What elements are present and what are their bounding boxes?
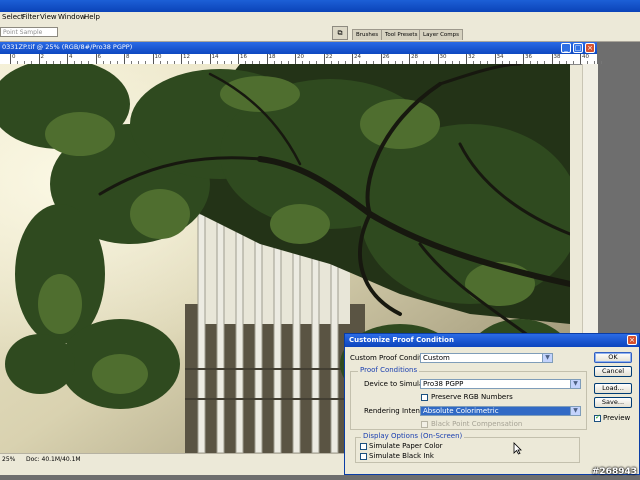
device-value: Pro38 PGPP	[423, 380, 464, 388]
display-options-title: Display Options (On-Screen)	[361, 432, 465, 440]
ruler-tick	[209, 54, 211, 64]
ruler-number: 34	[496, 54, 504, 60]
simulate-paper-label: Simulate Paper Color	[369, 442, 443, 450]
sample-size-select[interactable]: Point Sample	[0, 27, 58, 37]
ruler-tick	[238, 54, 239, 64]
tab-tool-presets[interactable]: Tool Presets	[381, 29, 422, 40]
dialog-title: Customize Proof Condition	[349, 336, 454, 344]
minimize-icon[interactable]: _	[561, 43, 571, 53]
rendering-intent-select[interactable]: Absolute Colorimetric ▼	[420, 406, 581, 416]
ruler-tick	[152, 54, 154, 64]
ruler-minor-tick	[572, 61, 574, 64]
preview-label: Preview	[603, 414, 631, 422]
ruler-tick	[295, 54, 296, 64]
ok-button[interactable]: OK	[594, 352, 632, 363]
ruler-number: 28	[411, 54, 418, 60]
ruler-number: 22	[325, 54, 333, 60]
ruler-number: 26	[382, 54, 390, 60]
simulate-black-checkbox[interactable]	[360, 453, 367, 460]
ruler-tick	[10, 54, 11, 64]
menu-filter[interactable]: Filter	[22, 13, 39, 21]
ruler-tick	[266, 54, 268, 64]
ruler-tick	[437, 54, 439, 64]
ruler-number: 10	[154, 54, 162, 60]
ruler-tick	[494, 54, 496, 64]
document-title-bar[interactable]: 0331ZP.tif @ 25% (RGB/8#/Pro38 PGPP) _ □…	[0, 42, 597, 54]
mouse-cursor-icon	[513, 442, 522, 455]
ruler-tick	[323, 54, 325, 64]
ruler-tick	[580, 54, 581, 64]
save-button[interactable]: Save...	[594, 397, 632, 408]
preserve-rgb-checkbox[interactable]	[421, 394, 428, 401]
tab-layer-comps[interactable]: Layer Comps	[419, 29, 464, 40]
ruler-tick	[409, 54, 410, 64]
ruler-tick	[380, 54, 382, 64]
ruler-number: 32	[468, 54, 475, 60]
watermark: #268943	[591, 467, 637, 477]
simulate-black-label: Simulate Black Ink	[369, 452, 434, 460]
ruler-tick	[181, 54, 182, 64]
dialog-title-bar[interactable]: Customize Proof Condition ×	[345, 334, 639, 347]
preserve-rgb-label: Preserve RGB Numbers	[431, 393, 513, 401]
cancel-button[interactable]: Cancel	[594, 366, 632, 377]
menu-help[interactable]: Help	[84, 13, 100, 21]
ruler-tick	[38, 54, 40, 64]
ruler-tick	[67, 54, 68, 64]
device-select[interactable]: Pro38 PGPP ▼	[420, 379, 581, 389]
ruler-number: 24	[354, 54, 361, 60]
dialog-close-icon[interactable]: ×	[627, 335, 637, 345]
ruler-number: 36	[525, 54, 532, 60]
close-icon[interactable]: ×	[585, 43, 595, 53]
proof-conditions-title: Proof Conditions	[358, 366, 420, 374]
ruler-tick	[95, 54, 97, 64]
simulate-paper-checkbox[interactable]	[360, 443, 367, 450]
ruler-number: 4	[69, 54, 73, 60]
ruler-number: 14	[211, 54, 219, 60]
custom-proof-value: Custom	[423, 354, 450, 362]
ruler-tick	[124, 54, 125, 64]
maximize-icon[interactable]: □	[573, 43, 583, 53]
preview-checkbox[interactable]	[594, 413, 601, 422]
app-title-bar	[0, 0, 640, 12]
ruler-tick	[466, 54, 467, 64]
doc-size[interactable]: Doc: 40.1M/40.1M	[26, 456, 81, 463]
rendering-intent-label: Rendering Intent:	[364, 407, 426, 415]
zoom-level[interactable]: 25%	[2, 456, 15, 463]
menu-window[interactable]: Window	[58, 13, 86, 21]
ruler-number: 16	[240, 54, 247, 60]
chevron-down-icon: ▼	[570, 380, 580, 388]
ruler-minor-tick	[601, 61, 603, 64]
ruler-number: 18	[268, 54, 276, 60]
ruler-number: 20	[297, 54, 304, 60]
ruler-number: 6	[97, 54, 102, 60]
chevron-down-icon: ▼	[570, 407, 580, 415]
custom-proof-select[interactable]: Custom ▼	[420, 353, 553, 363]
ruler-number: 8	[126, 54, 130, 60]
ruler-tick	[551, 54, 553, 64]
ruler-number: 40	[582, 54, 589, 60]
palette-well-icon[interactable]: ⧉	[332, 26, 348, 40]
tab-brushes[interactable]: Brushes	[352, 29, 383, 40]
black-point-checkbox[interactable]	[421, 421, 428, 428]
ruler-tick	[523, 54, 524, 64]
chevron-down-icon: ▼	[542, 354, 552, 362]
menu-select[interactable]: Select	[2, 13, 24, 21]
customize-proof-dialog: Customize Proof Condition × Custom Proof…	[344, 333, 640, 475]
load-button[interactable]: Load...	[594, 383, 632, 394]
ruler-number: 12	[183, 54, 190, 60]
ruler-number: 30	[439, 54, 447, 60]
menu-view[interactable]: View	[40, 13, 57, 21]
ruler-number: 0	[12, 54, 16, 60]
document-title: 0331ZP.tif @ 25% (RGB/8#/Pro38 PGPP)	[2, 43, 133, 51]
options-bar: Point Sample ⧉ Brushes Tool Presets Laye…	[0, 24, 640, 42]
ruler-number: 2	[40, 54, 45, 60]
ruler-tick	[352, 54, 353, 64]
ruler-number: 38	[553, 54, 561, 60]
black-point-label: Black Point Compensation	[431, 420, 523, 428]
rendering-intent-value: Absolute Colorimetric	[423, 407, 499, 415]
